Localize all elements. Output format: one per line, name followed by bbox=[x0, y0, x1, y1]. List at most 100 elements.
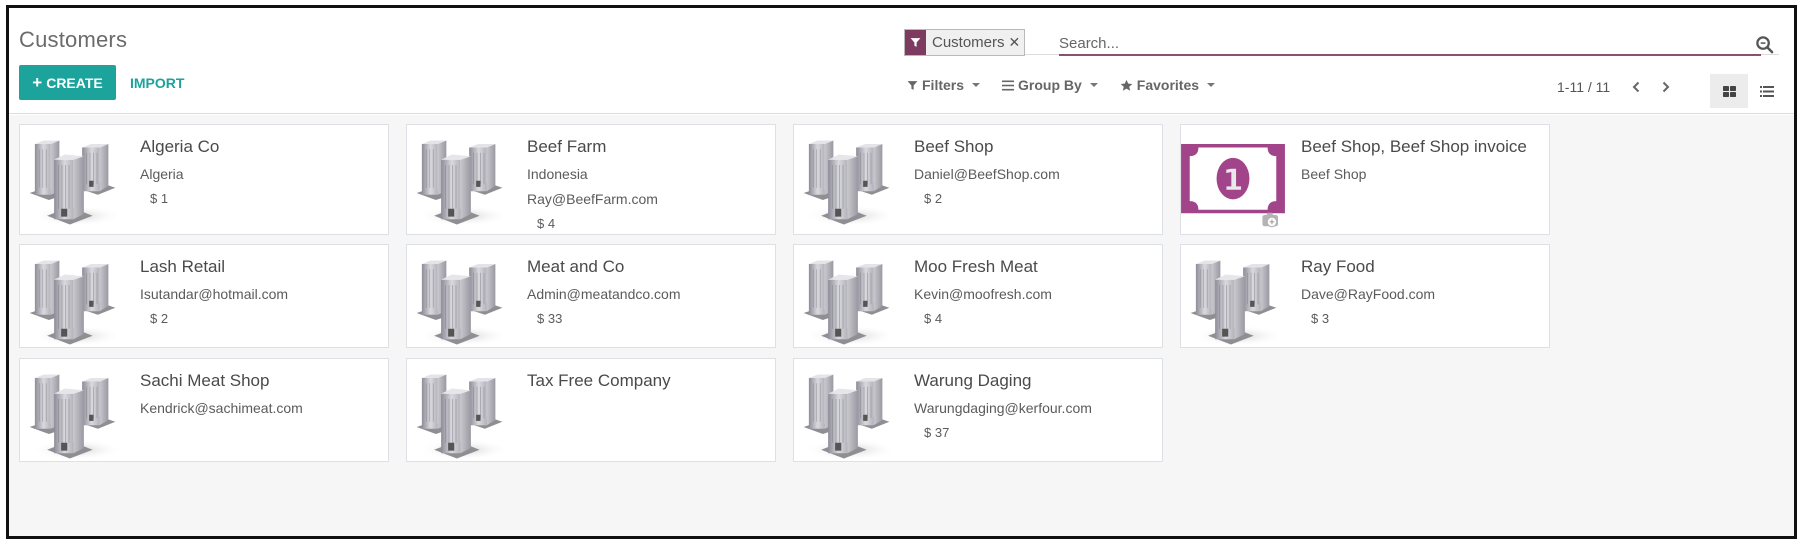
customer-card[interactable]: Tax Free Company bbox=[406, 358, 776, 462]
favorites-label: Favorites bbox=[1136, 77, 1200, 93]
group-by-dropdown[interactable]: Group By bbox=[1002, 77, 1098, 93]
card-details: Tax Free Company bbox=[527, 371, 767, 400]
customer-card[interactable]: Sachi Meat Shop Kendrick@sachimeat.com bbox=[19, 358, 389, 462]
customer-name: Moo Fresh Meat bbox=[914, 257, 1038, 276]
company-buildings-icon bbox=[798, 364, 916, 476]
kanban-view-button[interactable] bbox=[1710, 74, 1748, 108]
customer-name: Algeria Co bbox=[140, 137, 220, 156]
card-details: Beef Shop Daniel@BeefShop.com $ 2 bbox=[914, 137, 1154, 206]
plus-icon: + bbox=[32, 73, 43, 92]
filter-icon bbox=[905, 30, 926, 55]
customer-name: Warung Daging bbox=[914, 371, 1032, 390]
customer-card[interactable]: Beef Shop Daniel@BeefShop.com $ 2 bbox=[793, 124, 1163, 235]
company-buildings-icon bbox=[411, 364, 529, 476]
card-details: Algeria Co Algeria $ 1 bbox=[140, 137, 380, 206]
customer-detail: Algeria bbox=[140, 166, 184, 182]
search-options: Filters Group By Favorites bbox=[907, 77, 1237, 93]
pager-value[interactable]: 1-11 / 11 bbox=[1557, 79, 1610, 95]
customer-card[interactable]: Moo Fresh Meat Kevin@moofresh.com $ 4 bbox=[793, 244, 1163, 348]
customer-email: Daniel@BeefShop.com bbox=[914, 166, 1060, 182]
customer-amount: $ 37 bbox=[924, 425, 950, 440]
search-input[interactable] bbox=[1059, 32, 1761, 56]
favorites-dropdown[interactable]: Favorites bbox=[1120, 77, 1216, 93]
company-buildings-icon bbox=[798, 250, 916, 362]
customer-email: Ray@BeefFarm.com bbox=[527, 191, 658, 207]
customer-amount: $ 1 bbox=[150, 191, 169, 206]
customer-card[interactable]: Meat and Co Admin@meatandco.com $ 33 bbox=[406, 244, 776, 348]
card-details: Moo Fresh Meat Kevin@moofresh.com $ 4 bbox=[914, 257, 1154, 326]
company-buildings-icon bbox=[24, 364, 142, 476]
control-panel: Customers + CREATE IMPORT Customers ✕ Se… bbox=[9, 8, 1794, 114]
customer-email: Isutandar@hotmail.com bbox=[140, 286, 289, 302]
customer-card[interactable]: Warung Daging Warungdaging@kerfour.com $ 3… bbox=[793, 358, 1163, 462]
facet-label: Customers bbox=[932, 34, 1005, 51]
import-button[interactable]: IMPORT bbox=[130, 65, 184, 100]
card-details: Warung Daging Warungdaging@kerfour.com $ 3… bbox=[914, 371, 1154, 440]
create-button[interactable]: + CREATE bbox=[19, 65, 116, 100]
customer-name: Lash Retail bbox=[140, 257, 226, 276]
customer-amount: $ 4 bbox=[537, 216, 556, 231]
search-bar: Customers ✕ bbox=[904, 25, 1779, 56]
customer-detail: Indonesia bbox=[527, 166, 588, 182]
company-buildings-icon bbox=[798, 130, 916, 242]
customer-amount: $ 2 bbox=[924, 191, 943, 206]
view-switcher bbox=[1710, 74, 1786, 108]
filters-dropdown[interactable]: Filters bbox=[907, 77, 981, 93]
pager: 1-11 / 11 bbox=[1557, 74, 1684, 100]
customer-card[interactable]: Ray Food Dave@RayFood.com $ 3 bbox=[1180, 244, 1550, 348]
customer-name: Ray Food bbox=[1301, 257, 1375, 276]
customer-card[interactable]: Lash Retail Isutandar@hotmail.com $ 2 bbox=[19, 244, 389, 348]
customer-email: Dave@RayFood.com bbox=[1301, 286, 1436, 302]
company-buildings-icon bbox=[411, 130, 529, 242]
company-buildings-icon bbox=[24, 250, 142, 362]
customer-email: Kendrick@sachimeat.com bbox=[140, 400, 303, 416]
customer-amount: $ 33 bbox=[537, 311, 563, 326]
customer-email: Admin@meatandco.com bbox=[527, 286, 681, 302]
list-view-button[interactable] bbox=[1748, 74, 1786, 108]
customer-amount: $ 3 bbox=[1311, 311, 1330, 326]
group-by-label: Group By bbox=[1018, 77, 1082, 93]
close-icon[interactable]: ✕ bbox=[1009, 30, 1025, 55]
filters-label: Filters bbox=[922, 77, 965, 93]
filter-icon bbox=[907, 80, 918, 90]
list-icon bbox=[1760, 85, 1774, 97]
svg-text:1: 1 bbox=[1223, 163, 1243, 197]
star-icon bbox=[1120, 79, 1133, 91]
page-title: Customers bbox=[19, 27, 128, 52]
search-icon[interactable] bbox=[1753, 33, 1775, 55]
customer-card[interactable]: Algeria Co Algeria $ 1 bbox=[19, 124, 389, 235]
customer-name: Beef Shop bbox=[914, 137, 994, 156]
kanban-view: Algeria Co Algeria $ 1 Beef Farm Indones… bbox=[9, 115, 1794, 536]
customer-detail: Beef Shop bbox=[1301, 166, 1367, 182]
customer-name: Tax Free Company bbox=[527, 371, 671, 390]
customer-card[interactable]: 1 Beef Shop, Beef Shop invoice Beef Shop bbox=[1180, 124, 1550, 235]
card-details: Sachi Meat Shop Kendrick@sachimeat.com bbox=[140, 371, 380, 425]
caret-down-icon bbox=[972, 83, 981, 87]
customer-name: Beef Shop, Beef Shop invoice bbox=[1301, 137, 1527, 156]
customer-amount: $ 4 bbox=[924, 311, 943, 326]
chevron-left-icon[interactable] bbox=[1624, 75, 1648, 99]
card-details: Lash Retail Isutandar@hotmail.com $ 2 bbox=[140, 257, 380, 326]
company-buildings-icon bbox=[24, 130, 142, 242]
search-facet[interactable]: Customers ✕ bbox=[904, 29, 1026, 56]
app-window: Customers + CREATE IMPORT Customers ✕ Se… bbox=[6, 5, 1797, 539]
create-button-label: CREATE bbox=[46, 74, 103, 91]
customer-name: Beef Farm bbox=[527, 137, 607, 156]
card-details: Ray Food Dave@RayFood.com $ 3 bbox=[1301, 257, 1541, 326]
customer-email: Warungdaging@kerfour.com bbox=[914, 400, 1092, 416]
customer-email: Kevin@moofresh.com bbox=[914, 286, 1052, 302]
customer-amount: $ 2 bbox=[150, 311, 169, 326]
chevron-right-icon[interactable] bbox=[1654, 75, 1678, 99]
customer-card[interactable]: Beef Farm Indonesia Ray@BeefFarm.com $ 4 bbox=[406, 124, 776, 235]
card-details: Meat and Co Admin@meatandco.com $ 33 bbox=[527, 257, 767, 326]
camera-icon bbox=[1262, 212, 1278, 228]
customer-name: Meat and Co bbox=[527, 257, 625, 276]
caret-down-icon bbox=[1207, 83, 1216, 87]
card-details: Beef Farm Indonesia Ray@BeefFarm.com $ 4 bbox=[527, 137, 767, 231]
caret-down-icon bbox=[1089, 83, 1098, 87]
bars-icon bbox=[1002, 80, 1015, 90]
grid-icon bbox=[1722, 85, 1736, 97]
company-buildings-icon bbox=[411, 250, 529, 362]
company-buildings-icon bbox=[1185, 250, 1303, 362]
customer-name: Sachi Meat Shop bbox=[140, 371, 270, 390]
